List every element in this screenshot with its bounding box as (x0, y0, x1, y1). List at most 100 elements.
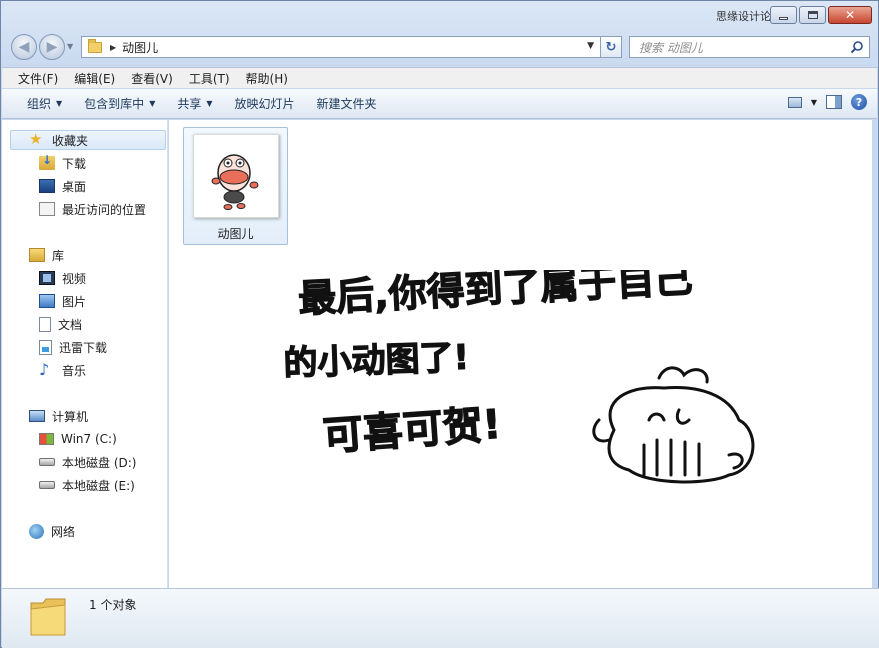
menu-tools[interactable]: 工具(T) (183, 70, 236, 87)
chevron-down-icon: ▼ (206, 99, 213, 108)
hard-drive-icon (39, 481, 55, 489)
explorer-window: 思缘设计论坛 ✕ ◀ ▶ ▼ ▶ 动图儿 ▼ ↻ 搜索 动图儿 文件(F) 编辑… (0, 0, 879, 648)
maximize-icon (807, 11, 818, 19)
share-button[interactable]: 共享 ▼ (166, 95, 223, 112)
nav-downloads[interactable]: 下载 (39, 153, 86, 173)
nav-desktop-label: 桌面 (62, 179, 87, 194)
search-icon[interactable] (850, 40, 864, 54)
minimize-icon (779, 16, 788, 20)
nav-downloads-label: 下载 (62, 156, 87, 171)
nav-music-label: 音乐 (62, 363, 87, 378)
network-icon (29, 523, 44, 539)
pictures-icon (39, 294, 55, 308)
nav-documents[interactable]: 文档 (39, 314, 82, 334)
forward-arrow-icon: ▶ (46, 39, 58, 55)
recent-pages-dropdown[interactable]: ▼ (67, 42, 73, 51)
nav-thunder-downloads[interactable]: 迅雷下载 (39, 337, 107, 357)
minimize-button[interactable] (770, 6, 797, 24)
organize-label: 组织 (27, 97, 52, 111)
downloads-icon (39, 153, 55, 170)
nav-favorites-label: 收藏夹 (52, 133, 89, 148)
nav-computer-label: 计算机 (52, 409, 89, 424)
star-icon: ★ (29, 130, 43, 148)
menu-view[interactable]: 查看(V) (125, 70, 179, 87)
caption-buttons: ✕ (770, 6, 872, 24)
folder-icon (88, 38, 102, 53)
chevron-down-icon: ▼ (149, 99, 156, 108)
nav-recent[interactable]: 最近访问的位置 (39, 199, 146, 219)
folder-icon (30, 598, 66, 636)
nav-drive-d-label: 本地磁盘 (D:) (62, 455, 137, 470)
handwritten-line-3: 可喜可贺! (321, 402, 502, 460)
cartoon-thumbnail-icon (211, 154, 259, 210)
file-name[interactable]: 动图儿 (184, 225, 287, 242)
refresh-button[interactable]: ↻ (600, 36, 622, 58)
share-label: 共享 (177, 97, 202, 111)
refresh-icon: ↻ (605, 39, 617, 55)
view-controls: ▼ ? (787, 94, 867, 110)
back-button[interactable]: ◀ (11, 34, 37, 60)
menu-help[interactable]: 帮助(H) (240, 70, 294, 87)
recent-places-icon (39, 202, 55, 216)
command-bar: 组织 ▼ 包含到库中 ▼ 共享 ▼ 放映幻灯片 新建文件夹 ▼ ? (2, 89, 877, 119)
breadcrumb-current[interactable]: 动图儿 (122, 39, 158, 56)
include-in-library-button[interactable]: 包含到库中 ▼ (73, 95, 166, 112)
nav-pictures[interactable]: 图片 (39, 291, 86, 311)
chevron-down-icon: ▼ (56, 99, 63, 108)
close-icon: ✕ (844, 8, 856, 22)
file-item[interactable]: 动图儿 (183, 127, 288, 245)
forward-button[interactable]: ▶ (39, 34, 65, 60)
include-label: 包含到库中 (84, 97, 145, 111)
change-view-icon[interactable] (787, 96, 802, 108)
nav-computer[interactable]: 计算机 (29, 406, 88, 426)
nav-pictures-label: 图片 (62, 294, 87, 309)
nav-thunder-label: 迅雷下载 (59, 340, 108, 355)
address-bar[interactable]: ▶ 动图儿 ▼ (81, 36, 601, 58)
back-arrow-icon: ◀ (18, 39, 30, 55)
slideshow-button[interactable]: 放映幻灯片 (224, 95, 306, 112)
nav-drive-c[interactable]: Win7 (C:) (39, 429, 117, 449)
system-drive-icon (39, 433, 54, 445)
nav-favorites[interactable]: ★ 收藏夹 (10, 130, 166, 150)
nav-network[interactable]: 网络 (29, 521, 75, 541)
menu-edit[interactable]: 编辑(E) (68, 70, 121, 87)
nav-videos-label: 视频 (62, 271, 87, 286)
file-thumbnail (193, 134, 279, 218)
nav-libraries[interactable]: 库 (29, 245, 64, 265)
handwritten-line-1: 最后,你得到了属于自己 (297, 270, 693, 321)
nav-desktop[interactable]: 桌面 (39, 176, 86, 196)
nav-drive-e-label: 本地磁盘 (E:) (62, 478, 135, 493)
music-icon: ♪ (39, 360, 50, 379)
doodle-creature-icon (592, 366, 755, 484)
handwritten-line-2: 的小动图了! (283, 338, 470, 384)
new-folder-button[interactable]: 新建文件夹 (306, 95, 388, 112)
preview-pane-icon[interactable] (826, 95, 842, 109)
nav-videos[interactable]: 视频 (39, 268, 86, 288)
maximize-button[interactable] (799, 6, 826, 24)
nav-recent-label: 最近访问的位置 (62, 202, 147, 217)
close-button[interactable]: ✕ (828, 6, 872, 24)
menu-file[interactable]: 文件(F) (12, 70, 64, 87)
search-input[interactable]: 搜索 动图儿 (629, 36, 870, 58)
nav-drive-c-label: Win7 (C:) (61, 432, 117, 446)
details-pane: 1 个对象 (2, 588, 879, 648)
nav-documents-label: 文档 (58, 317, 83, 332)
address-dropdown-icon[interactable]: ▼ (587, 41, 594, 51)
videos-icon (39, 271, 55, 285)
documents-icon (39, 316, 51, 332)
hard-drive-icon (39, 458, 55, 466)
thunder-folder-icon (39, 339, 52, 355)
breadcrumb-arrow-icon[interactable]: ▶ (110, 43, 116, 52)
nav-network-label: 网络 (51, 524, 76, 539)
search-placeholder: 搜索 动图儿 (639, 40, 703, 55)
nav-drive-e[interactable]: 本地磁盘 (E:) (39, 475, 135, 495)
menu-bar: 文件(F) 编辑(E) 查看(V) 工具(T) 帮助(H) (2, 67, 877, 88)
address-row: ◀ ▶ ▼ ▶ 动图儿 ▼ ↻ 搜索 动图儿 (9, 34, 870, 60)
nav-drive-d[interactable]: 本地磁盘 (D:) (39, 452, 136, 472)
help-icon[interactable]: ? (851, 94, 867, 110)
view-dropdown-icon[interactable]: ▼ (811, 98, 817, 107)
organize-button[interactable]: 组织 ▼ (16, 95, 73, 112)
navigation-pane: ★ 收藏夹 下载 桌面 最近访问的位置 库 视频 图片 文档 (2, 120, 168, 588)
nav-music[interactable]: ♪ 音乐 (39, 360, 86, 380)
file-list[interactable]: 动图儿 最后,你得到了属于自己 的小动图了! 可喜可贺! (169, 120, 872, 588)
